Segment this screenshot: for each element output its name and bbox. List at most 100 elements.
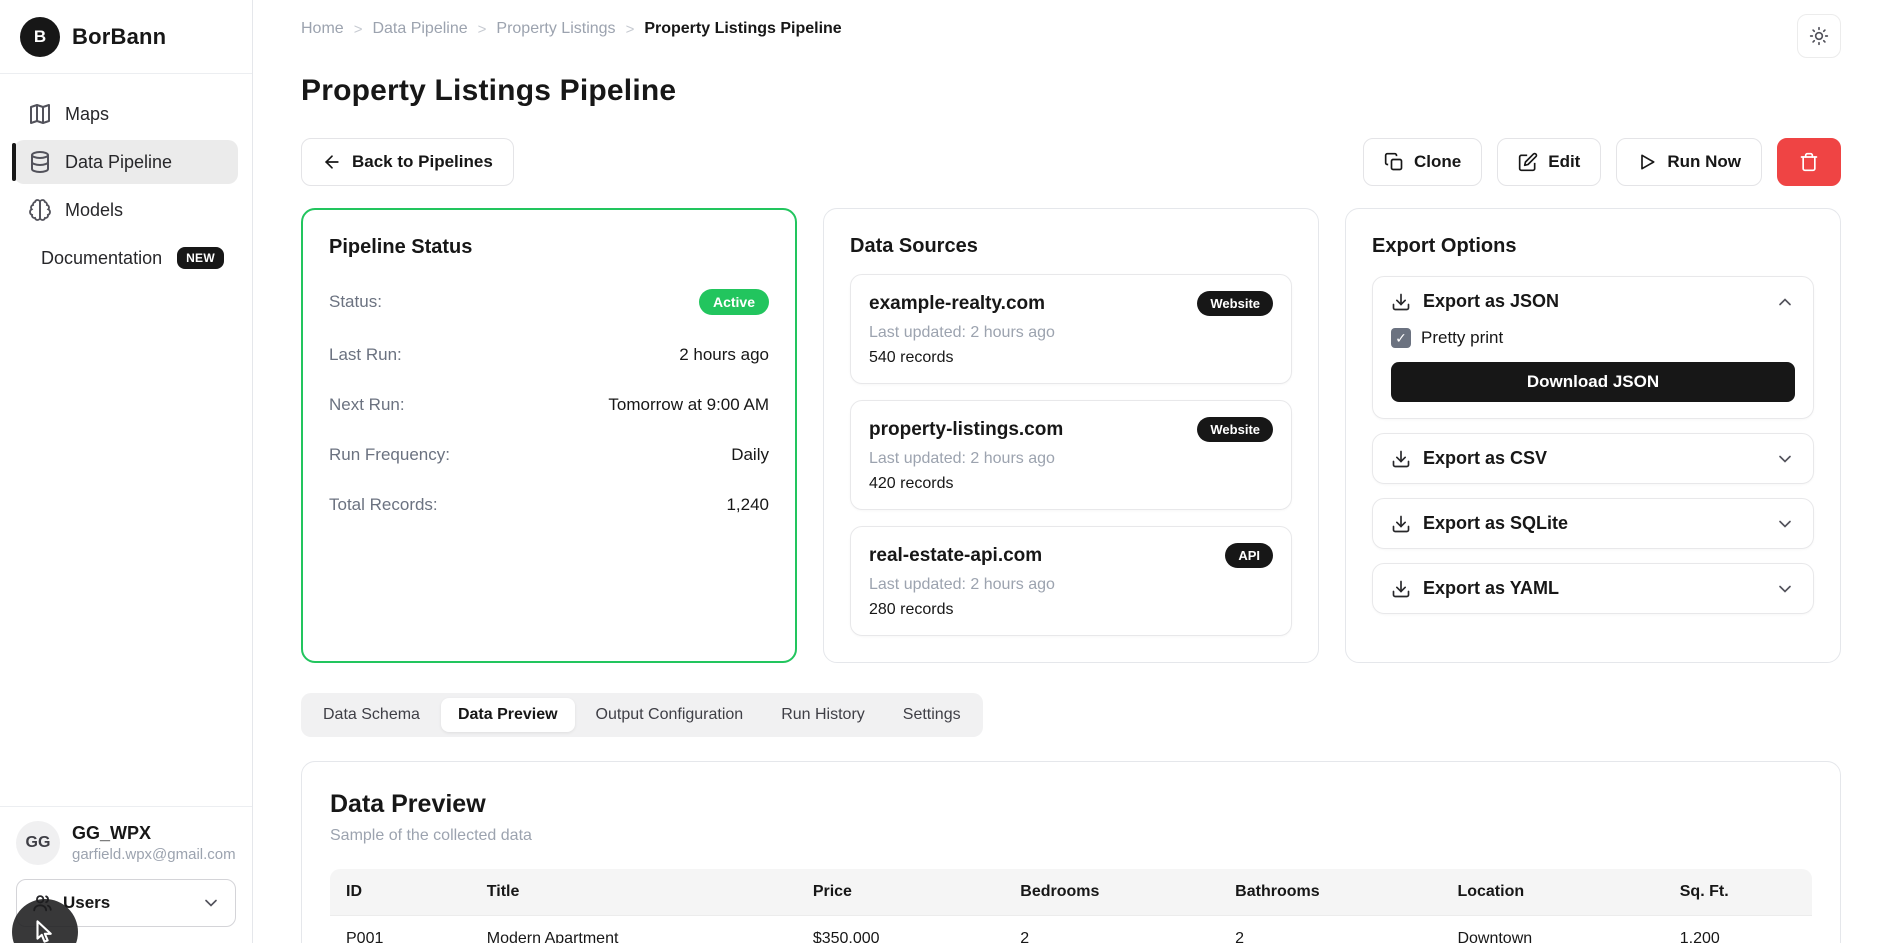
total-records-row: Total Records: 1,240 — [329, 495, 769, 515]
breadcrumb-property-listings[interactable]: Property Listings — [496, 20, 615, 38]
data-sources-title: Data Sources — [850, 235, 1292, 258]
topbar: Home > Data Pipeline > Property Listings… — [301, 14, 1841, 58]
theme-toggle-button[interactable] — [1797, 14, 1841, 58]
status-badge: Active — [699, 289, 769, 315]
edit-pencil-icon — [1518, 152, 1538, 172]
source-name: real-estate-api.com — [869, 545, 1042, 567]
source-item[interactable]: real-estate-api.com API Last updated: 2 … — [850, 526, 1292, 636]
pipeline-status-title: Pipeline Status — [329, 236, 769, 259]
export-sqlite-accordion: Export as SQLite — [1372, 498, 1814, 549]
sun-icon — [1809, 26, 1829, 46]
users-dropdown[interactable]: Users — [16, 879, 236, 927]
breadcrumb-separator: > — [354, 21, 363, 38]
database-icon — [28, 150, 52, 174]
breadcrumb-data-pipeline[interactable]: Data Pipeline — [372, 20, 467, 38]
tab-data-schema[interactable]: Data Schema — [306, 698, 437, 732]
total-records-value: 1,240 — [726, 495, 769, 515]
cell-id: P001 — [330, 916, 471, 943]
last-run-label: Last Run: — [329, 345, 402, 365]
export-yaml-label: Export as YAML — [1423, 578, 1763, 599]
export-json-toggle[interactable]: Export as JSON — [1373, 277, 1813, 326]
tab-run-history[interactable]: Run History — [764, 698, 882, 732]
cell-price: $350,000 — [797, 916, 1004, 943]
main-content: Home > Data Pipeline > Property Listings… — [253, 0, 1889, 943]
chevron-up-icon — [1775, 292, 1795, 312]
next-run-row: Next Run: Tomorrow at 9:00 AM — [329, 395, 769, 415]
trash-icon — [1799, 152, 1819, 172]
download-icon — [1391, 292, 1411, 312]
preview-table: ID Title Price Bedrooms Bathrooms Locati… — [330, 869, 1812, 943]
export-csv-accordion: Export as CSV — [1372, 433, 1814, 484]
table-header-row: ID Title Price Bedrooms Bathrooms Locati… — [330, 869, 1812, 916]
arrow-left-icon — [322, 152, 342, 172]
cell-bathrooms: 2 — [1219, 916, 1441, 943]
sidebar-item-label: Models — [65, 200, 123, 221]
brand[interactable]: B BorBann — [0, 0, 252, 74]
cell-bedrooms: 2 — [1004, 916, 1219, 943]
sidebar-item-label: Maps — [65, 104, 109, 125]
download-icon — [1391, 514, 1411, 534]
edit-button-label: Edit — [1548, 152, 1580, 172]
sidebar-item-data-pipeline[interactable]: Data Pipeline — [14, 140, 238, 184]
export-yaml-toggle[interactable]: Export as YAML — [1373, 564, 1813, 613]
download-json-button[interactable]: Download JSON — [1391, 362, 1795, 402]
chevron-down-icon — [201, 893, 221, 913]
export-csv-toggle[interactable]: Export as CSV — [1373, 434, 1813, 483]
sidebar-item-maps[interactable]: Maps — [14, 92, 238, 136]
cell-location: Downtown — [1441, 916, 1663, 943]
column-header-title: Title — [471, 869, 797, 916]
sidebar-item-documentation[interactable]: Documentation NEW — [14, 236, 238, 280]
column-header-bathrooms: Bathrooms — [1219, 869, 1441, 916]
users-icon — [31, 892, 53, 914]
source-updated: Last updated: 2 hours ago — [869, 450, 1273, 468]
export-csv-label: Export as CSV — [1423, 448, 1763, 469]
actions-row: Back to Pipelines Clone Edit — [301, 138, 1841, 186]
pretty-print-label: Pretty print — [1421, 328, 1503, 348]
breadcrumb-separator: > — [626, 21, 635, 38]
export-json-label: Export as JSON — [1423, 291, 1763, 312]
breadcrumb-home[interactable]: Home — [301, 20, 344, 38]
clone-button-label: Clone — [1414, 152, 1461, 172]
new-badge: NEW — [177, 247, 224, 269]
back-to-pipelines-button[interactable]: Back to Pipelines — [301, 138, 514, 186]
back-button-label: Back to Pipelines — [352, 152, 493, 172]
source-item[interactable]: property-listings.com Website Last updat… — [850, 400, 1292, 510]
checkbox-checked-icon[interactable]: ✓ — [1391, 328, 1411, 348]
export-sqlite-toggle[interactable]: Export as SQLite — [1373, 499, 1813, 548]
data-preview-title: Data Preview — [330, 790, 1812, 819]
tab-settings[interactable]: Settings — [886, 698, 978, 732]
download-icon — [1391, 449, 1411, 469]
clone-button[interactable]: Clone — [1363, 138, 1482, 186]
pipeline-actions: Clone Edit Run Now — [1363, 138, 1841, 186]
run-frequency-value: Daily — [731, 445, 769, 465]
tab-data-preview[interactable]: Data Preview — [441, 698, 575, 732]
brand-logo-icon: B — [20, 17, 60, 57]
cell-title: Modern Apartment — [471, 916, 797, 943]
source-name: example-realty.com — [869, 293, 1045, 315]
tab-output-configuration[interactable]: Output Configuration — [579, 698, 761, 732]
chevron-down-icon — [1775, 514, 1795, 534]
user-name: GG_WPX — [72, 823, 236, 844]
run-now-button[interactable]: Run Now — [1616, 138, 1762, 186]
source-item[interactable]: example-realty.com Website Last updated:… — [850, 274, 1292, 384]
map-icon — [28, 102, 52, 126]
sidebar-item-models[interactable]: Models — [14, 188, 238, 232]
data-sources-card: Data Sources example-realty.com Website … — [823, 208, 1319, 663]
users-dropdown-value: Users — [63, 893, 191, 913]
delete-button[interactable] — [1777, 138, 1841, 186]
source-updated: Last updated: 2 hours ago — [869, 576, 1273, 594]
sidebar-item-label: Documentation — [41, 248, 162, 269]
source-records: 420 records — [869, 475, 1273, 493]
run-frequency-label: Run Frequency: — [329, 445, 450, 465]
breadcrumb-separator: > — [478, 21, 487, 38]
sidebar-user-section: GG GG_WPX garfield.wpx@gmail.com Users — [0, 806, 252, 943]
copy-icon — [1384, 152, 1404, 172]
pretty-print-checkbox-row[interactable]: ✓ Pretty print — [1391, 328, 1795, 348]
next-run-value: Tomorrow at 9:00 AM — [608, 395, 769, 415]
source-type-badge: Website — [1197, 417, 1273, 442]
edit-button[interactable]: Edit — [1497, 138, 1601, 186]
export-sqlite-label: Export as SQLite — [1423, 513, 1763, 534]
download-icon — [1391, 579, 1411, 599]
source-type-badge: Website — [1197, 291, 1273, 316]
total-records-label: Total Records: — [329, 495, 438, 515]
